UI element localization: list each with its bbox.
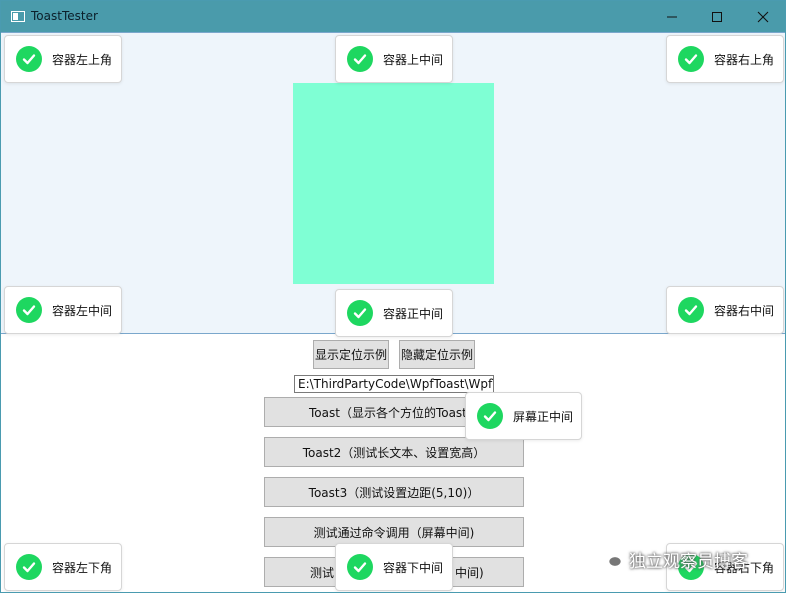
app-window-icon bbox=[11, 11, 25, 22]
show-positioning-button[interactable]: 显示定位示例 bbox=[313, 340, 389, 369]
check-icon bbox=[16, 297, 42, 323]
toast-bottom-left: 容器左下角 bbox=[4, 543, 122, 591]
check-icon bbox=[477, 403, 503, 429]
title-bar: ToastTester bbox=[1, 1, 785, 32]
toast-top-left: 容器左上角 bbox=[4, 35, 122, 83]
toast-message: 容器正中间 bbox=[383, 306, 444, 321]
minimize-button[interactable] bbox=[649, 1, 695, 32]
close-button[interactable] bbox=[740, 1, 785, 32]
check-icon bbox=[347, 300, 373, 326]
toast-message: 容器左下角 bbox=[52, 560, 113, 575]
toast-bottom-center: 容器下中间 bbox=[335, 543, 453, 591]
window-title: ToastTester bbox=[31, 9, 98, 23]
close-icon bbox=[757, 11, 769, 23]
path-field[interactable]: E:\ThirdPartyCode\WpfToast\WpfToast\bin bbox=[294, 375, 494, 393]
hide-positioning-button[interactable]: 隐藏定位示例 bbox=[399, 340, 475, 369]
check-icon bbox=[347, 46, 373, 72]
maximize-button[interactable] bbox=[694, 1, 740, 32]
toast-message: 容器上中间 bbox=[383, 52, 444, 67]
toast-middle-left: 容器左中间 bbox=[4, 286, 122, 334]
toast5-button-label-end: 中间) bbox=[455, 565, 484, 580]
check-icon bbox=[16, 554, 42, 580]
toast-message: 容器右中间 bbox=[714, 303, 775, 318]
toast-message: 容器下中间 bbox=[383, 560, 444, 575]
check-icon bbox=[678, 46, 704, 72]
watermark-text: 独立观察员博客 bbox=[629, 551, 748, 572]
toast5-button-label-start: 测试 bbox=[310, 565, 335, 580]
minimize-icon bbox=[667, 16, 677, 18]
toast-message: 容器左上角 bbox=[52, 52, 113, 67]
toast-screen-center: 屏幕正中间 bbox=[465, 392, 582, 440]
check-icon bbox=[347, 554, 373, 580]
toast-top-right: 容器右上角 bbox=[666, 35, 784, 83]
aquamarine-square bbox=[293, 83, 494, 284]
wechat-icon bbox=[599, 549, 623, 568]
toast-tester-window: ToastTester 显示定位示例 隐藏定位示例 E:\ThirdPartyC… bbox=[0, 0, 786, 593]
toast-center: 容器正中间 bbox=[335, 289, 453, 337]
watermark: 独立观察员博客 bbox=[599, 547, 748, 572]
check-icon bbox=[16, 46, 42, 72]
divider bbox=[1, 32, 785, 33]
toast-message: 屏幕正中间 bbox=[513, 409, 574, 424]
toast2-button[interactable]: Toast2（测试长文本、设置宽高） bbox=[264, 437, 524, 467]
check-icon bbox=[678, 297, 704, 323]
toast3-button[interactable]: Toast3（测试设置边距(5,10)） bbox=[264, 477, 524, 507]
toast-top-center: 容器上中间 bbox=[335, 35, 453, 83]
toast-middle-right: 容器右中间 bbox=[666, 286, 784, 334]
toast-message: 容器右上角 bbox=[714, 52, 775, 67]
maximize-icon bbox=[712, 12, 722, 22]
toast-message: 容器左中间 bbox=[52, 303, 113, 318]
